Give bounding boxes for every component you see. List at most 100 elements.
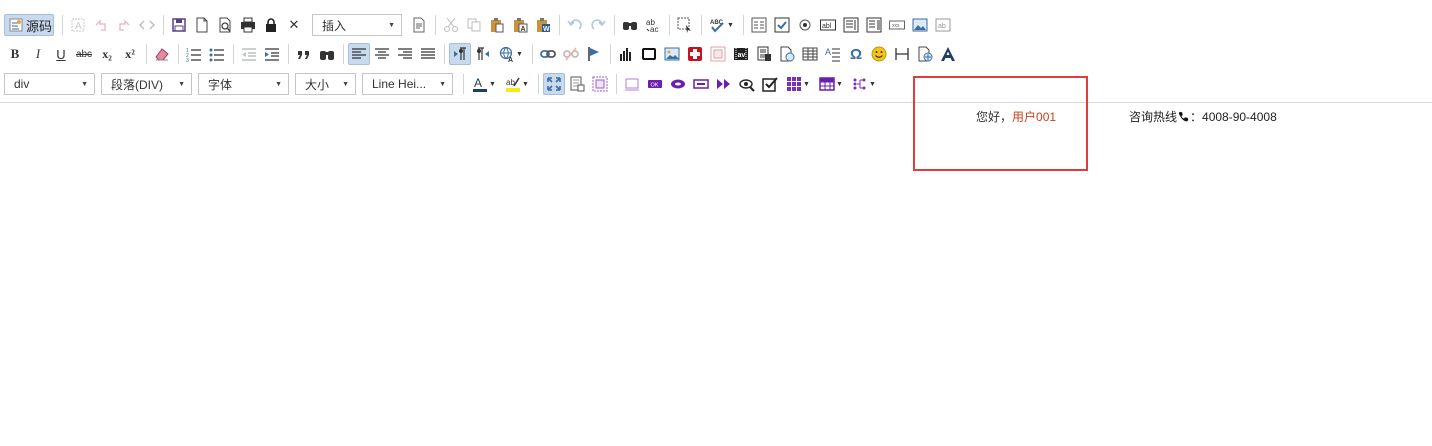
separator [559, 15, 560, 35]
font-combo-label: 字体 [208, 77, 233, 92]
purple-grid-icon[interactable]: ▼ [782, 73, 814, 95]
close-icon[interactable]: ✕ [283, 14, 305, 36]
superscript-button[interactable]: x² [119, 43, 141, 65]
flash-icon[interactable] [638, 43, 660, 65]
separator [616, 74, 617, 94]
select-all-icon[interactable]: A [67, 14, 89, 36]
web-page-icon[interactable] [776, 43, 798, 65]
checkbox-icon[interactable] [771, 14, 793, 36]
outdent-icon[interactable] [238, 43, 260, 65]
undo-icon[interactable] [564, 14, 586, 36]
search-eye-icon[interactable] [736, 73, 758, 95]
purple-arrows-icon[interactable] [713, 73, 735, 95]
new-page-icon[interactable] [191, 14, 213, 36]
size-combo[interactable]: 大小 ▼ [295, 73, 356, 95]
select-field-icon[interactable] [863, 14, 885, 36]
undo-format-icon[interactable] [90, 14, 112, 36]
form-icon[interactable] [748, 14, 770, 36]
numbered-list-icon[interactable]: 123 [183, 43, 205, 65]
paste-icon[interactable] [486, 14, 508, 36]
bold-button[interactable]: B [4, 43, 26, 65]
button-field-icon[interactable]: xxx [886, 14, 908, 36]
font-style-icon[interactable] [937, 43, 959, 65]
format-combo[interactable]: div ▼ [4, 73, 95, 95]
indent-icon[interactable] [261, 43, 283, 65]
textarea-icon[interactable] [840, 14, 862, 36]
paragraph-combo[interactable]: 段落(DIV) ▼ [101, 73, 192, 95]
language-icon[interactable]: A ▼ [495, 43, 527, 65]
lineheight-combo[interactable]: Line Hei... ▼ [362, 73, 453, 95]
code-icon[interactable] [136, 14, 158, 36]
textfield-icon[interactable]: abl [817, 14, 839, 36]
source-button[interactable]: 源码 [4, 14, 54, 36]
ltr-icon[interactable] [449, 43, 471, 65]
find-icon[interactable] [619, 14, 641, 36]
align-center-icon[interactable] [371, 43, 393, 65]
media-icon[interactable]: av [730, 43, 752, 65]
bulleted-list-icon[interactable] [206, 43, 228, 65]
source-label: 源码 [26, 18, 53, 34]
show-blocks-icon[interactable] [566, 73, 588, 95]
cut-icon[interactable] [440, 14, 462, 36]
radio-icon[interactable] [794, 14, 816, 36]
purple-tag-oval-icon[interactable] [667, 73, 689, 95]
binoculars-icon[interactable] [316, 43, 338, 65]
username-link[interactable]: 用户001 [1012, 110, 1056, 124]
select-all-box-icon[interactable] [674, 14, 696, 36]
editor-toolbar: 源码 A ✕ 插入 ▼ A W ab ac ABC ▼ abl xxx ab B… [0, 0, 1432, 103]
omega-icon[interactable]: Ω [845, 43, 867, 65]
horizontal-rule-icon[interactable] [891, 43, 913, 65]
paste-text-icon[interactable]: A [509, 14, 531, 36]
svg-text:ac: ac [650, 25, 658, 33]
lock-icon[interactable] [260, 14, 282, 36]
redo-icon[interactable] [587, 14, 609, 36]
hidden-field-icon[interactable]: ab [932, 14, 954, 36]
line-height-icon[interactable]: A [822, 43, 844, 65]
iframe-icon[interactable] [707, 43, 729, 65]
link-icon[interactable] [537, 43, 559, 65]
spellcheck-icon[interactable]: ABC ▼ [706, 14, 738, 36]
unlink-icon[interactable] [560, 43, 582, 65]
bg-color-icon[interactable]: ab ▼ [501, 73, 533, 95]
copy-icon[interactable] [463, 14, 485, 36]
eraser-icon[interactable] [151, 43, 173, 65]
table-icon[interactable] [799, 43, 821, 65]
save-icon[interactable] [168, 14, 190, 36]
text-color-icon[interactable]: A ▼ [468, 73, 500, 95]
align-right-icon[interactable] [394, 43, 416, 65]
purple-tag-box-icon[interactable] [690, 73, 712, 95]
editor-content[interactable]: 您好，用户001 咨询热线 ：4008-90-4008 [0, 104, 1432, 446]
anchor-flag-icon[interactable] [583, 43, 605, 65]
preview-page-icon[interactable] [914, 43, 936, 65]
placeholder-icon[interactable] [621, 73, 643, 95]
align-left-icon[interactable] [348, 43, 370, 65]
rtl-icon[interactable] [472, 43, 494, 65]
purple-flow-icon[interactable]: ▼ [848, 73, 880, 95]
smiley-icon[interactable] [868, 43, 890, 65]
align-justify-icon[interactable] [417, 43, 439, 65]
plugin-cross-icon[interactable] [684, 43, 706, 65]
font-combo[interactable]: 字体 ▼ [198, 73, 289, 95]
purple-table-icon[interactable]: ▼ [815, 73, 847, 95]
image-button-icon[interactable] [909, 14, 931, 36]
strike-button[interactable]: abc [73, 43, 95, 65]
image-icon[interactable] [661, 43, 683, 65]
blockquote-icon[interactable] [293, 43, 315, 65]
redo-format-icon[interactable] [113, 14, 135, 36]
subscript-button[interactable]: x₂ [96, 43, 118, 65]
paste-word-icon[interactable]: W [532, 14, 554, 36]
underline-button[interactable]: U [50, 43, 72, 65]
italic-button[interactable]: I [27, 43, 49, 65]
page-break-icon[interactable] [753, 43, 775, 65]
replace-icon[interactable]: ab ac [642, 14, 664, 36]
chart-bars-icon[interactable] [615, 43, 637, 65]
div-container-icon[interactable] [589, 73, 611, 95]
preview-icon[interactable] [214, 14, 236, 36]
purple-tag-ok-icon[interactable]: OK [644, 73, 666, 95]
maximize-icon[interactable] [543, 73, 565, 95]
checkmark-box-icon[interactable] [759, 73, 781, 95]
template-icon[interactable] [408, 14, 430, 36]
insert-combo[interactable]: 插入 ▼ [312, 14, 402, 36]
hotline-label: 咨询热线 [1129, 110, 1178, 124]
print-icon[interactable] [237, 14, 259, 36]
